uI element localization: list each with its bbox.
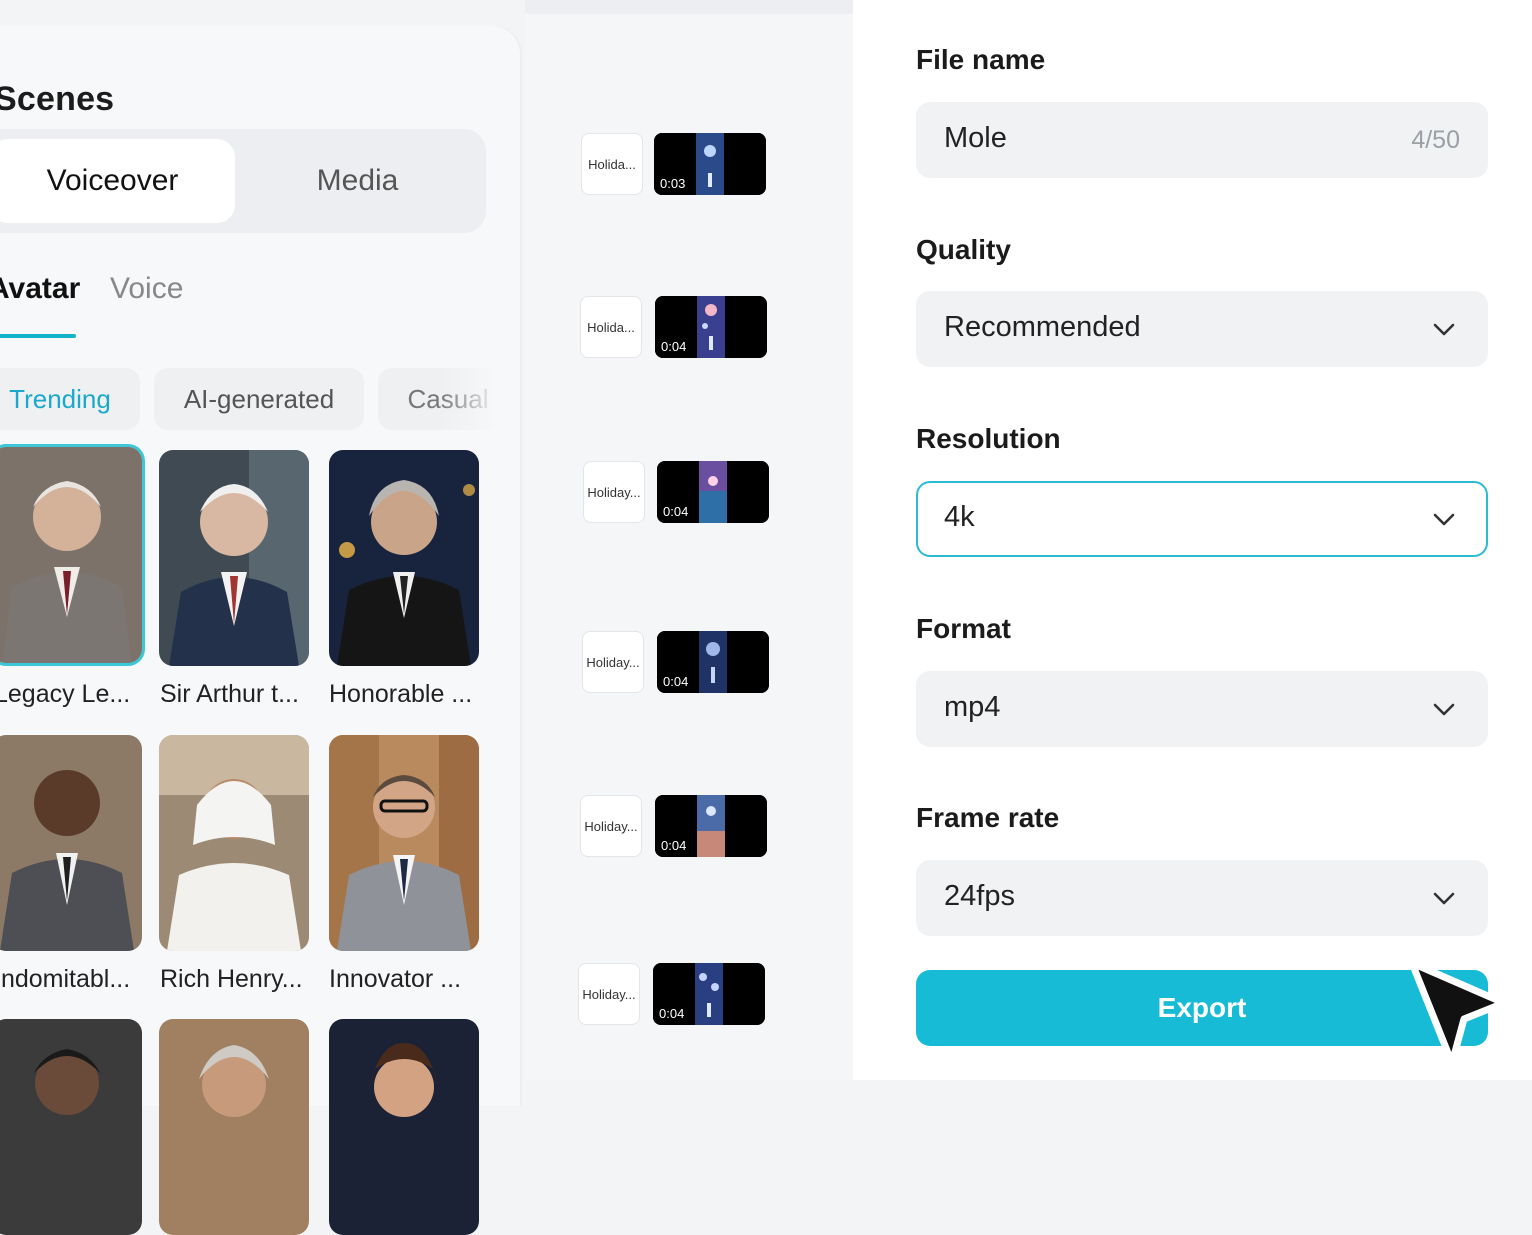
scenes-title: Scenes	[0, 80, 115, 118]
file-name-input[interactable]: Mole 4/50	[916, 102, 1488, 178]
scene-label-1[interactable]: Holida...	[581, 133, 643, 195]
format-select[interactable]: mp4	[916, 671, 1488, 747]
quality-value: Recommended	[944, 311, 1141, 343]
scene-thumbnail-6[interactable]: 0:04	[653, 963, 765, 1025]
frame-rate-value: 24fps	[944, 880, 1015, 912]
avatar-name-6: Innovator ...	[329, 965, 462, 993]
avatar-portrait-5	[159, 735, 309, 951]
avatar-name-5: Rich Henry...	[160, 965, 303, 993]
avatar-portrait-8	[159, 1019, 309, 1235]
avatar-card-3[interactable]	[329, 450, 479, 666]
voiceover-media-switch: Voiceover Media	[0, 129, 486, 233]
chevron-down-icon	[1433, 703, 1455, 716]
format-label: Format	[916, 613, 1011, 644]
resolution-label: Resolution	[916, 423, 1061, 454]
avatar-name-1: Legacy Le...	[0, 680, 131, 708]
chips-fade	[440, 368, 500, 432]
scene-thumbnail-3[interactable]: 0:04	[657, 461, 769, 523]
chip-trending[interactable]: Trending	[0, 368, 140, 430]
resolution-select[interactable]: 4k	[916, 481, 1488, 557]
avatar-card-9[interactable]	[329, 1019, 479, 1235]
avatar-card-1[interactable]	[0, 447, 142, 663]
avatar-portrait-1	[0, 447, 142, 663]
export-button[interactable]: Export	[916, 970, 1488, 1046]
mouse-cursor-icon	[1408, 959, 1508, 1067]
scene-duration-5: 0:04	[661, 838, 687, 853]
avatar-card-7[interactable]	[0, 1019, 142, 1235]
scene-label-2[interactable]: Holida...	[580, 296, 642, 358]
scenes-panel: Scenes Voiceover Media Avatar Voice Tren…	[0, 26, 520, 1235]
media-tab[interactable]: Media	[235, 139, 480, 223]
avatar-portrait-4	[0, 735, 142, 951]
avatar-name-2: Sir Arthur t...	[160, 680, 299, 708]
quality-select[interactable]: Recommended	[916, 291, 1488, 367]
scene-label-6[interactable]: Holiday...	[578, 963, 640, 1025]
tab-voice[interactable]: Voice	[110, 272, 183, 306]
avatar-card-5[interactable]	[159, 735, 309, 951]
scene-strip: Holida... 0:03 Holida... 0:04 Holiday...…	[525, 0, 853, 1080]
export-panel: File name Mole 4/50 Quality Recommended …	[853, 0, 1532, 1080]
scene-thumbnail-2[interactable]: 0:04	[655, 296, 767, 358]
avatar-name-4: Indomitabl...	[0, 965, 131, 993]
scene-thumbnail-5[interactable]: 0:04	[655, 795, 767, 857]
scene-duration-4: 0:04	[663, 674, 689, 689]
frame-rate-label: Frame rate	[916, 802, 1060, 833]
scene-label-5[interactable]: Holiday...	[580, 795, 642, 857]
scene-duration-3: 0:04	[663, 504, 689, 519]
scene-duration-2: 0:04	[661, 339, 687, 354]
avatar-portrait-2	[159, 450, 309, 666]
avatar-voice-tabs: Avatar Voice	[0, 272, 500, 342]
chevron-down-icon	[1433, 323, 1455, 336]
voiceover-tab[interactable]: Voiceover	[0, 139, 235, 223]
chevron-down-icon	[1433, 513, 1455, 526]
scene-thumbnail-1[interactable]: 0:03	[654, 133, 766, 195]
avatar-portrait-9	[329, 1019, 479, 1235]
quality-label: Quality	[916, 234, 1011, 265]
chevron-down-icon	[1433, 892, 1455, 905]
scene-label-4[interactable]: Holiday...	[582, 631, 644, 693]
avatar-card-6[interactable]	[329, 735, 479, 951]
avatar-card-4[interactable]	[0, 735, 142, 951]
tab-avatar[interactable]: Avatar	[0, 272, 80, 306]
scene-duration-6: 0:04	[659, 1006, 685, 1021]
avatar-card-8[interactable]	[159, 1019, 309, 1235]
active-tab-indicator	[0, 334, 76, 338]
avatar-portrait-7	[0, 1019, 142, 1235]
chip-ai-generated[interactable]: AI-generated	[154, 368, 364, 430]
file-name-char-count: 4/50	[1411, 126, 1460, 154]
category-chips: Trending AI-generated Casual	[0, 368, 500, 432]
avatar-card-2[interactable]	[159, 450, 309, 666]
scene-label-3[interactable]: Holiday...	[583, 461, 645, 523]
avatar-portrait-3	[329, 450, 479, 666]
file-name-value: Mole	[944, 122, 1007, 154]
scene-thumbnail-4[interactable]: 0:04	[657, 631, 769, 693]
avatar-name-3: Honorable ...	[329, 680, 473, 708]
strip-topbar	[525, 0, 853, 14]
scene-duration-1: 0:03	[660, 176, 686, 191]
avatar-portrait-6	[329, 735, 479, 951]
file-name-label: File name	[916, 44, 1046, 75]
frame-rate-select[interactable]: 24fps	[916, 860, 1488, 936]
format-value: mp4	[944, 691, 1001, 723]
resolution-value: 4k	[944, 501, 975, 533]
